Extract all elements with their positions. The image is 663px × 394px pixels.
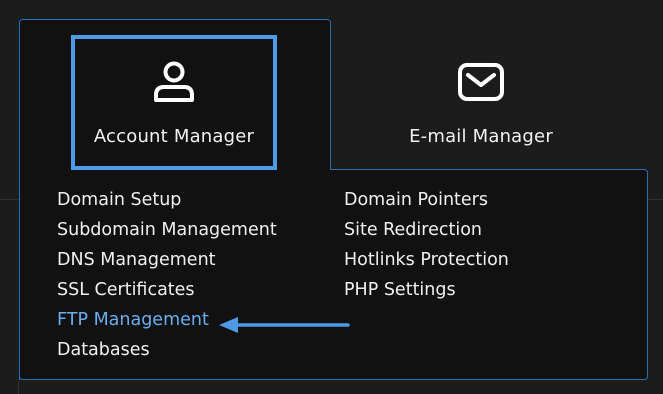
menu-item-subdomain-management[interactable]: Subdomain Management (57, 219, 277, 249)
menu-column-left: Domain Setup Subdomain Management DNS Ma… (57, 189, 277, 369)
account-manager-label: Account Manager (93, 126, 255, 147)
user-icon (154, 61, 194, 102)
menu-item-dns-management[interactable]: DNS Management (57, 249, 277, 279)
page: Account Manager E-mail Manager Domain Se… (0, 0, 663, 394)
menu-item-hotlinks-protection[interactable]: Hotlinks Protection (344, 249, 509, 279)
envelope-icon (458, 63, 504, 101)
menu-item-domain-pointers[interactable]: Domain Pointers (344, 189, 509, 219)
menu-item-databases[interactable]: Databases (57, 339, 277, 369)
email-manager-tile[interactable]: E-mail Manager (378, 35, 584, 170)
menu-column-right: Domain Pointers Site Redirection Hotlink… (344, 189, 509, 309)
menu-item-site-redirection[interactable]: Site Redirection (344, 219, 509, 249)
menu-item-php-settings[interactable]: PHP Settings (344, 279, 509, 309)
pointer-arrow-icon (219, 317, 350, 333)
menu-item-ssl-certificates[interactable]: SSL Certificates (57, 279, 277, 309)
account-manager-tile[interactable]: Account Manager (71, 35, 277, 170)
menu-item-domain-setup[interactable]: Domain Setup (57, 189, 277, 219)
email-manager-label: E-mail Manager (409, 126, 553, 147)
